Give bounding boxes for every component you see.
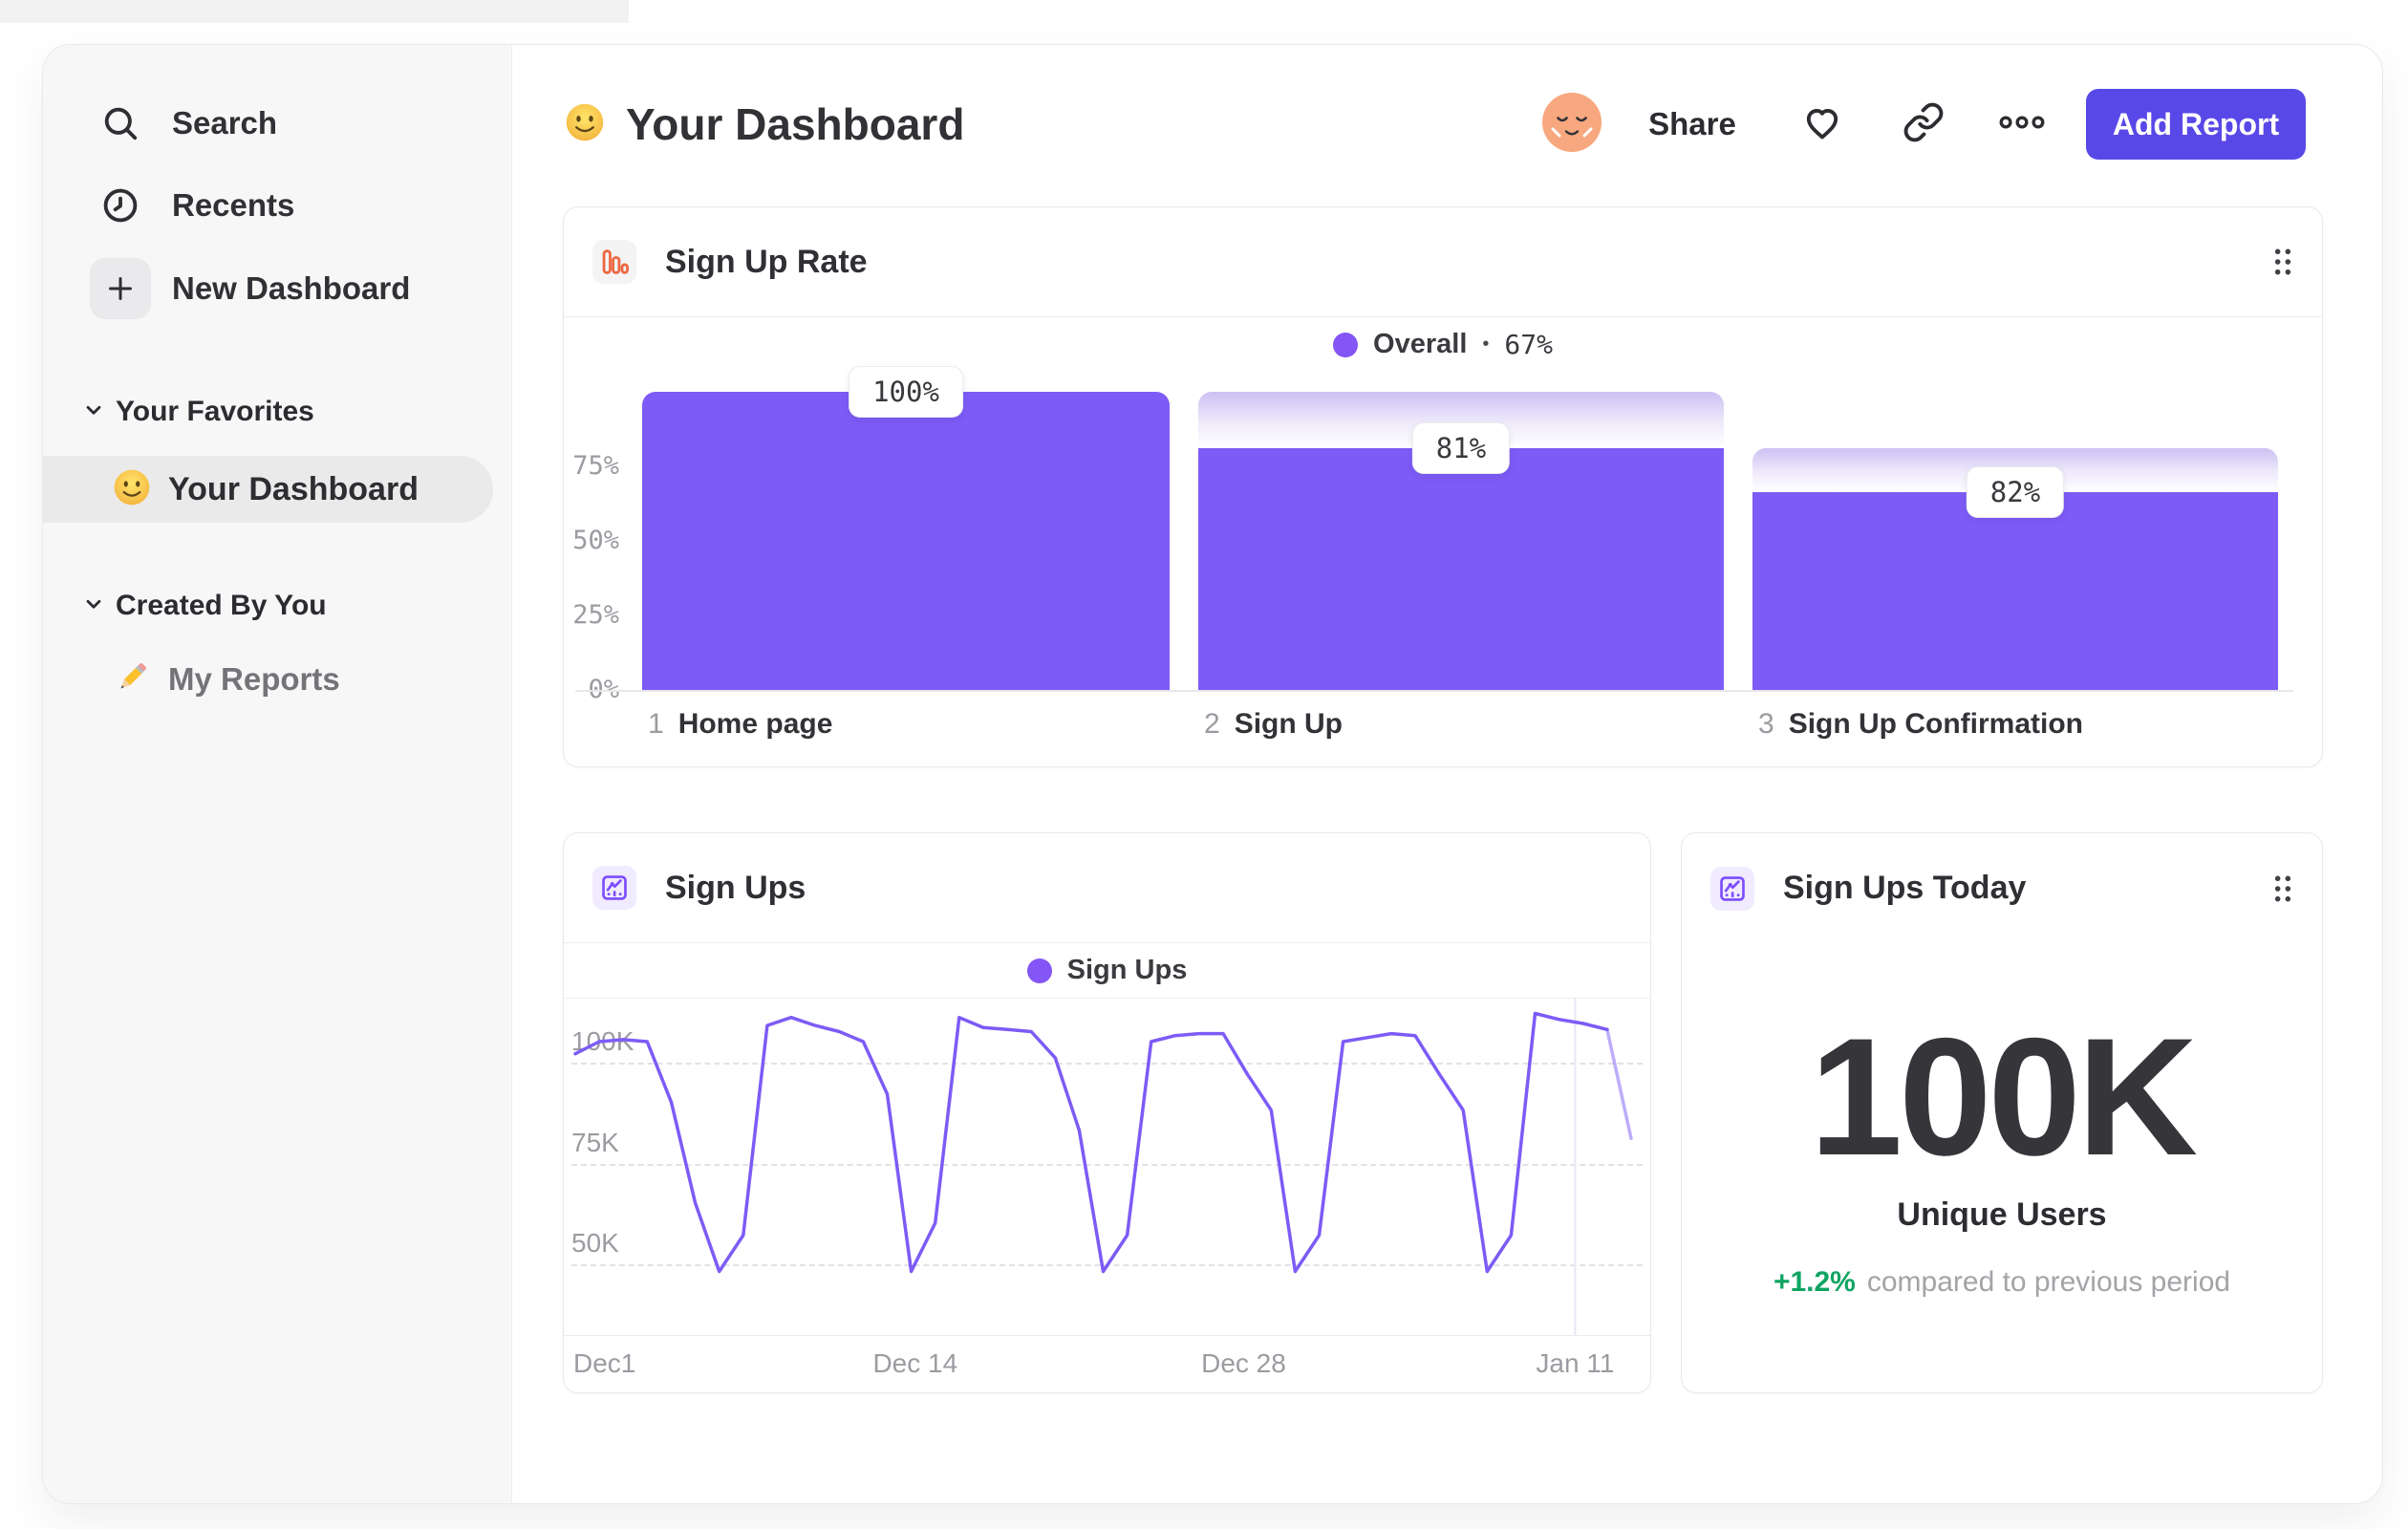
funnel-value-label: 81% [1411, 422, 1511, 475]
legend-series-label: Sign Ups [1066, 955, 1188, 985]
sign-up-rate-card: Sign Up Rate Overall • 67% 75% 50% 25% 0… [563, 206, 2323, 767]
line-x-tick: Dec 14 [872, 1348, 958, 1378]
page-title-text: Your Dashboard [626, 99, 965, 149]
line-chart-icon [1710, 866, 1754, 911]
metric-value: 100K [1809, 1004, 2198, 1191]
funnel-step-name: Home page [677, 708, 833, 740]
line-x-tick: Jan 11 [1536, 1348, 1615, 1378]
app-window: Search Recents New Dashboard Your Favori… [42, 44, 2383, 1504]
sidebar-item-label: New Dashboard [172, 270, 411, 306]
main-content: Your Dashboard Share Add Report Sign Up … [511, 45, 2382, 1503]
sidebar-item-search[interactable]: Search [90, 93, 277, 154]
line-x-tick: Dec 28 [1201, 1348, 1286, 1378]
sidebar-item-recents[interactable]: Recents [90, 175, 294, 236]
sidebar: Search Recents New Dashboard Your Favori… [43, 45, 512, 1503]
chevron-down-icon [81, 398, 106, 427]
sidebar-item-new-dashboard[interactable]: New Dashboard [90, 258, 410, 319]
smiley-emoji-icon [113, 468, 151, 511]
funnel-y-tick: 25% [572, 600, 619, 630]
pencil-emoji-icon [113, 658, 151, 701]
top-strip [0, 0, 629, 23]
favorite-heart-button[interactable] [1799, 99, 1845, 145]
card-title: Sign Ups [665, 869, 806, 906]
add-report-button[interactable]: Add Report [2086, 89, 2306, 160]
metric-body: 100K Unique Users +1.2% compared to prev… [1682, 943, 2322, 1299]
funnel-y-tick: 50% [572, 526, 619, 555]
funnel-axis-line [575, 690, 2293, 692]
sidebar-item-label: Your Dashboard [168, 470, 419, 507]
copy-link-button[interactable] [1901, 99, 1946, 145]
funnel-step-label: 1 Home page [648, 708, 832, 741]
more-options-ellipsis-button[interactable] [1999, 99, 2045, 145]
funnel-value-label: 100% [849, 366, 963, 418]
funnel-step-label: 3 Sign Up Confirmation [1758, 708, 2083, 741]
funnel-step-number: 1 [648, 708, 664, 740]
sign-ups-card: Sign Ups Sign Ups 100K 75K 50K Dec1 Dec 14 D… [563, 832, 1651, 1393]
funnel-step-name: Sign Up Confirmation [1788, 708, 2083, 740]
funnel-value-label: 82% [1966, 465, 2065, 518]
funnel-bar[interactable] [642, 392, 1170, 690]
sidebar-section-created-by-you[interactable]: Created By You [81, 583, 327, 629]
sidebar-item-label: My Reports [168, 661, 340, 697]
sign-ups-card-header: Sign Ups [564, 833, 1650, 943]
page-title: Your Dashboard [565, 45, 964, 204]
sidebar-section-your-favorites[interactable]: Your Favorites [81, 389, 314, 435]
sign-ups-today-card: Sign Ups Today 100K Unique Users +1.2% c… [1681, 832, 2323, 1393]
line-chart-svg [573, 998, 1633, 1335]
chevron-down-icon [81, 592, 106, 621]
funnel-bar[interactable] [1198, 448, 1724, 690]
line-x-tick: Dec1 [573, 1348, 636, 1378]
plus-icon [90, 258, 151, 319]
legend-dot-icon [1026, 958, 1052, 983]
sidebar-item-label: Search [172, 105, 278, 140]
share-button[interactable]: Share [1643, 45, 1742, 204]
sidebar-item-label: Recents [172, 187, 295, 223]
line-chart-icon [592, 866, 636, 910]
funnel-plot: 75% 50% 25% 0% 100% 1 Home page 81% 2 Sign Up 82% 3… [564, 207, 2322, 766]
funnel-y-tick: 75% [572, 451, 619, 481]
funnel-step-label: 2 Sign Up [1204, 708, 1343, 741]
screenshot-root: Search Recents New Dashboard Your Favori… [0, 0, 2408, 1529]
clock-icon [90, 175, 151, 236]
funnel-bar[interactable] [1752, 491, 2278, 690]
line-plot: 100K 75K 50K [564, 998, 1650, 1335]
avatar[interactable] [1541, 92, 1602, 153]
metric-delta-row: +1.2% compared to previous period [1682, 1266, 2322, 1299]
sign-ups-today-card-header: Sign Ups Today [1682, 833, 2322, 943]
metric-label: Unique Users [1897, 1196, 2107, 1233]
sidebar-item-my-reports[interactable]: My Reports [113, 649, 340, 710]
funnel-step-number: 3 [1758, 708, 1774, 740]
drag-handle-icon[interactable] [2272, 873, 2293, 904]
funnel-step-name: Sign Up [1234, 708, 1344, 740]
sidebar-section-label: Created By You [116, 590, 327, 621]
sidebar-section-label: Your Favorites [116, 396, 314, 427]
search-icon [90, 93, 151, 154]
metric-delta: +1.2% [1773, 1266, 1856, 1298]
line-xaxis: Dec1 Dec 14 Dec 28 Jan 11 [564, 1335, 1650, 1393]
smiley-emoji-icon [565, 102, 605, 147]
funnel-step-number: 2 [1204, 708, 1220, 740]
sidebar-item-your-dashboard[interactable]: Your Dashboard [43, 456, 493, 523]
line-legend[interactable]: Sign Ups [564, 943, 1650, 999]
card-title: Sign Ups Today [1783, 870, 2027, 906]
metric-delta-note: compared to previous period [1866, 1266, 2231, 1298]
